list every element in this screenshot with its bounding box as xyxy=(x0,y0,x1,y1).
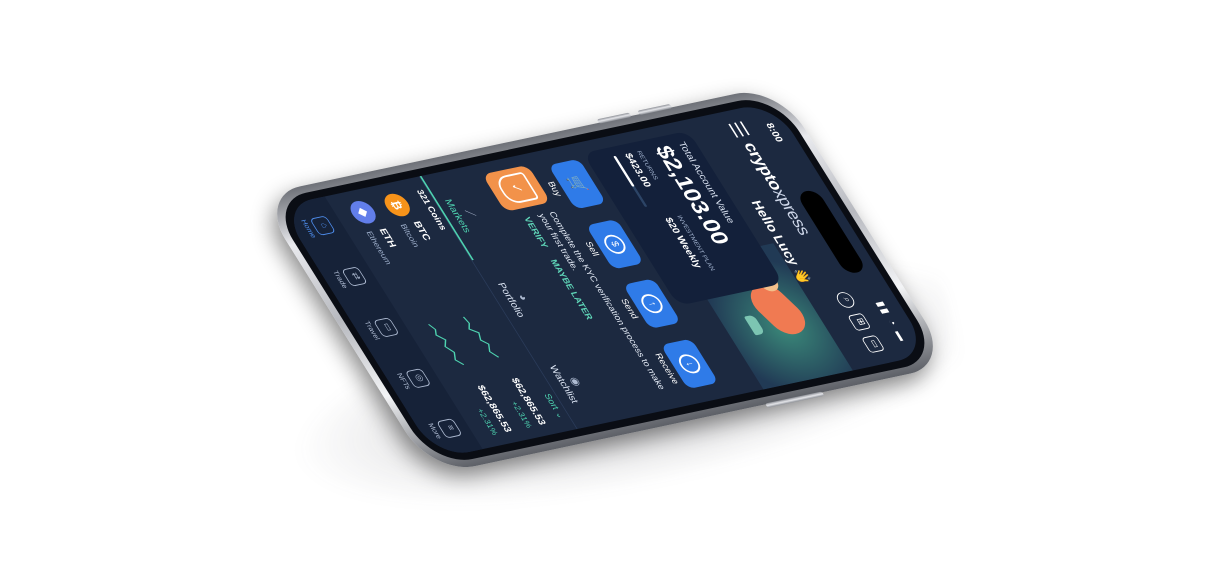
wallet-icon[interactable]: ▭ xyxy=(861,334,886,354)
bitcoin-icon: ₿ xyxy=(379,191,415,219)
shield-check-icon: ✓ xyxy=(493,171,540,206)
lamp-illustration xyxy=(743,314,766,336)
search-icon[interactable]: ⌕ xyxy=(833,290,858,310)
dollar-icon: $ xyxy=(599,232,630,256)
nav-nfts[interactable]: ◎ NFTs xyxy=(395,367,432,390)
nav-home[interactable]: ⌂ Home xyxy=(299,215,337,239)
nav-more[interactable]: ≡ More xyxy=(426,417,463,440)
arrow-down-icon: ↓ xyxy=(674,352,705,376)
status-time: 8:00 xyxy=(763,122,785,144)
ethereum-icon: ◆ xyxy=(345,199,381,226)
hamburger-menu-icon[interactable] xyxy=(728,121,750,138)
scan-icon[interactable]: ⊞ xyxy=(847,312,872,332)
arrow-up-icon: ↑ xyxy=(637,292,667,316)
nav-trade[interactable]: ⇄ Trade xyxy=(331,266,368,289)
nav-travel[interactable]: ▭ Travel xyxy=(363,316,401,341)
